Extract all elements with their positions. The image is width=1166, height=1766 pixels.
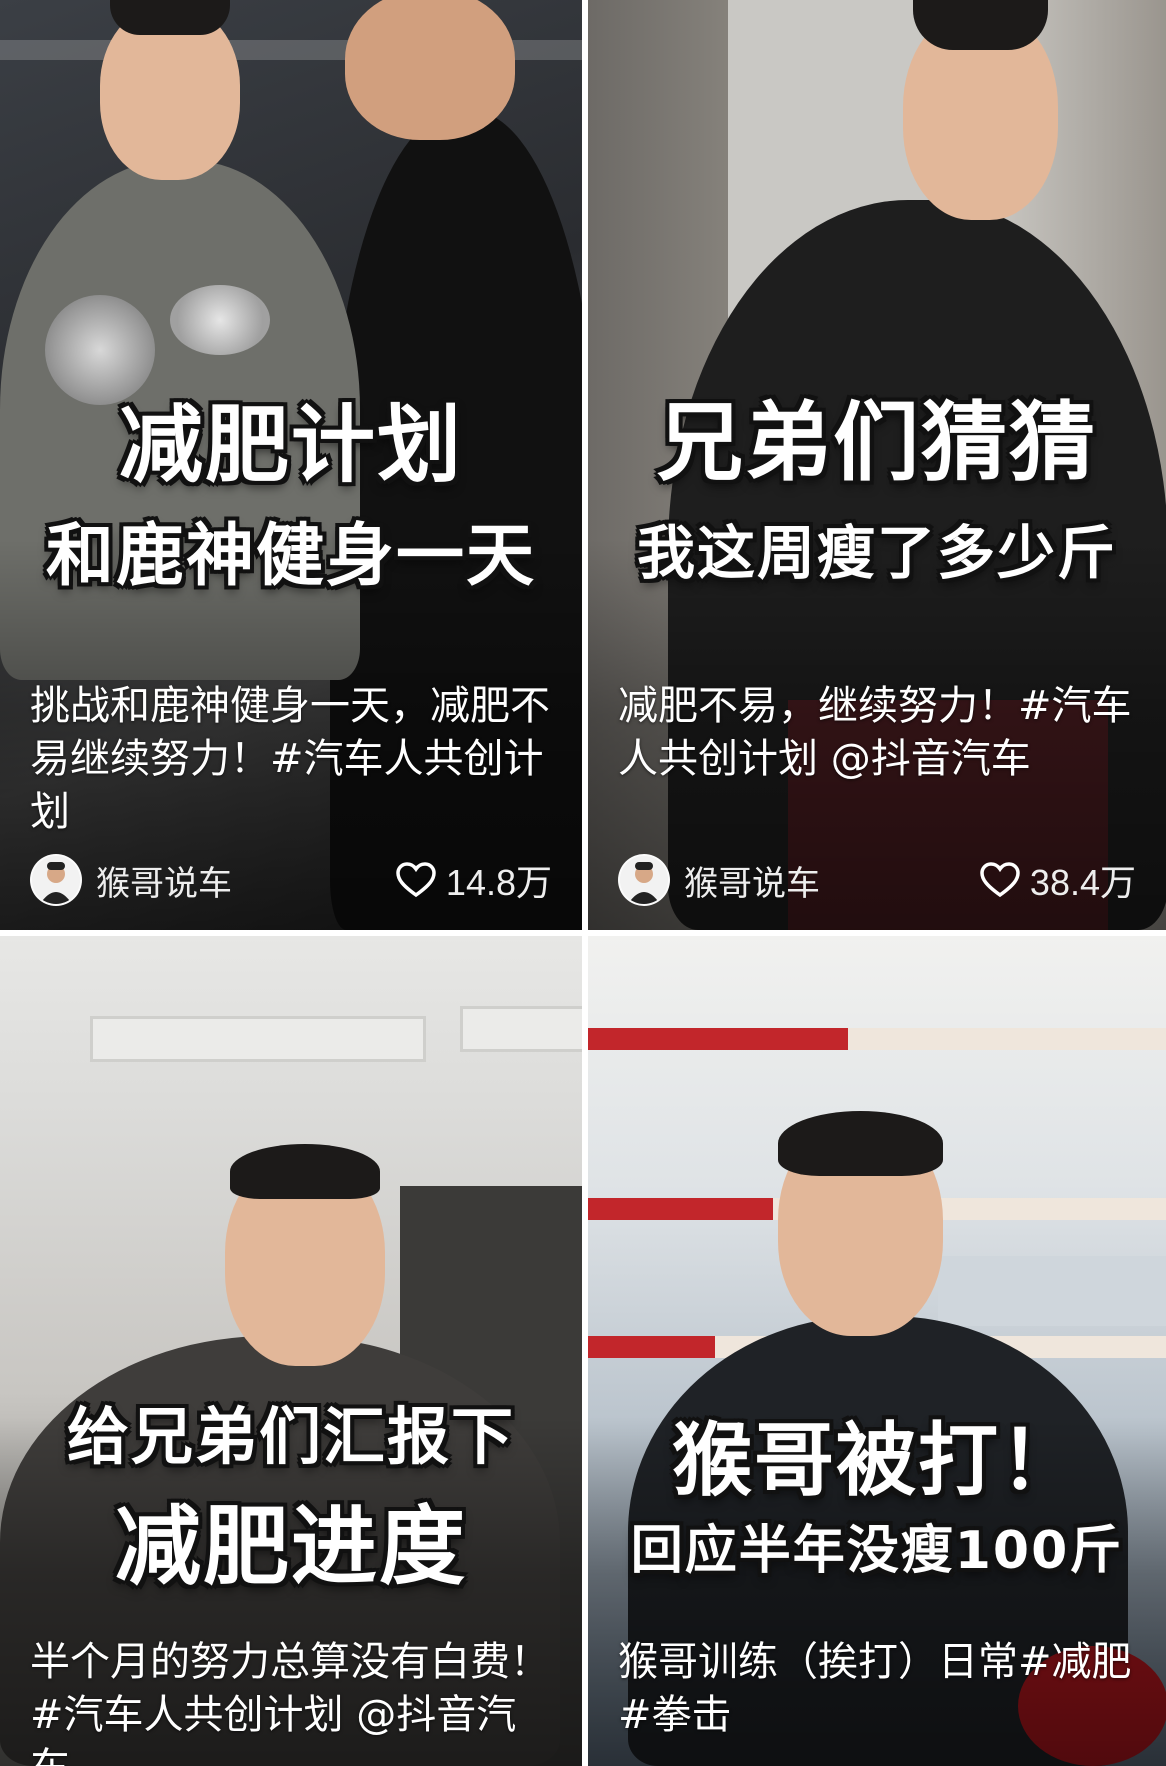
overlay-subtitle: 和鹿神健身一天: [45, 517, 536, 596]
overlay-subtitle: 我这周瘦了多少斤: [636, 519, 1117, 587]
heart-icon: [396, 862, 436, 898]
avatar[interactable]: [618, 854, 670, 906]
person-hair: [913, 0, 1048, 50]
overlay-title: 兄弟们猜猜: [657, 393, 1097, 493]
like-count-text: 14.8万: [445, 862, 552, 903]
person-hair: [230, 1144, 380, 1199]
trainer-head: [345, 0, 515, 140]
dumbbell-plate: [170, 285, 270, 355]
glove-rack: [938, 1256, 1166, 1326]
like-count[interactable]: 14.8万: [396, 854, 552, 906]
overlay-subtitle: 减肥进度: [115, 1497, 467, 1597]
video-grid: 减肥计划 和鹿神健身一天 挑战和鹿神健身一天，减肥不易继续努力！#汽车人共创计划…: [0, 0, 1166, 1766]
ring-rope: [588, 1028, 1166, 1050]
video-description: 挑战和鹿神健身一天，减肥不易继续努力！#汽车人共创计划: [30, 683, 550, 835]
ceiling-vent: [460, 1006, 582, 1052]
overlay-title: 给兄弟们汇报下: [66, 1400, 515, 1473]
card-meta: 猴哥说车 38.4万: [618, 852, 1136, 908]
person-hair: [778, 1111, 943, 1176]
overlay-title: 减肥计划: [118, 396, 463, 494]
ceiling-vent: [90, 1016, 426, 1062]
author-name[interactable]: 猴哥说车: [96, 856, 396, 905]
like-count-text: 38.4万: [1029, 862, 1136, 903]
card-meta: 猴哥说车 14.8万: [30, 852, 552, 908]
like-count[interactable]: 38.4万: [980, 854, 1136, 906]
video-card-2[interactable]: 兄弟们猜猜 我这周瘦了多少斤 减肥不易，继续努力！#汽车人共创计划 @抖音汽车 …: [588, 0, 1166, 930]
person-hair: [110, 0, 230, 35]
video-description: 猴哥训练（挨打）日常#减肥 #拳击: [618, 1639, 1132, 1738]
overlay-subtitle: 回应半年没瘦100斤: [630, 1521, 1124, 1581]
video-card-3[interactable]: 给兄弟们汇报下 减肥进度 半个月的努力总算没有白费！#汽车人共创计划 @抖音汽车: [0, 936, 582, 1766]
avatar[interactable]: [30, 854, 82, 906]
video-description: 半个月的努力总算没有白费！#汽车人共创计划 @抖音汽车: [30, 1639, 550, 1766]
video-description: 减肥不易，继续努力！#汽车人共创计划 @抖音汽车: [618, 683, 1132, 782]
video-card-1[interactable]: 减肥计划 和鹿神健身一天 挑战和鹿神健身一天，减肥不易继续努力！#汽车人共创计划…: [0, 0, 582, 930]
overlay-title: 猴哥被打！: [672, 1414, 1082, 1507]
author-name[interactable]: 猴哥说车: [684, 856, 980, 905]
heart-icon: [980, 862, 1020, 898]
video-card-4[interactable]: 猴哥被打！ 回应半年没瘦100斤 猴哥训练（挨打）日常#减肥 #拳击: [588, 936, 1166, 1766]
